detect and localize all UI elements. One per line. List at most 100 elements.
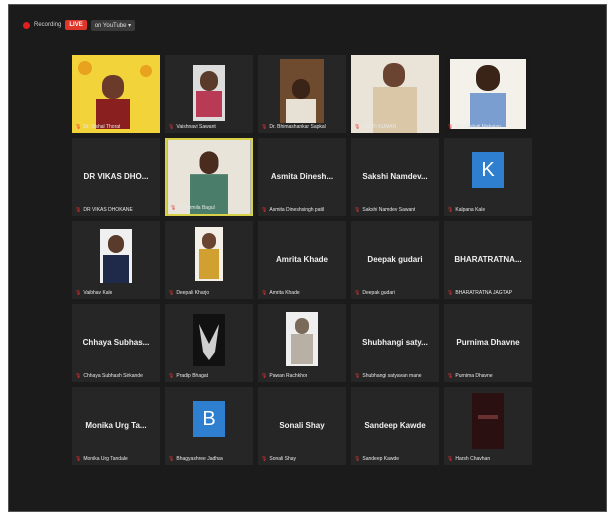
mic-muted-icon: 🎙 [75,373,82,379]
participant-name: 🎙 Amrita Khade [261,290,300,296]
participant-display-name: Monika Urg Ta... [85,421,147,430]
participant-name: 🎙 Dr. Vaishali Mahajan [447,124,501,130]
participant-display-name: Shubhangi saty... [362,338,428,347]
participant-display-name: DR VIKAS DHO... [83,172,149,181]
mic-muted-icon: 🎙 [168,373,175,379]
video-feed [165,55,253,133]
participant-display-name: Asmita Dinesh... [270,172,334,181]
participant-display-name: Sandeep Kawde [364,421,426,430]
participant-tile[interactable]: Sakshi Namdev... 🎙 Sakshi Namdev Sawant [351,138,439,216]
participant-tile[interactable]: Purnima Dhavne 🎙 Purnima Dhavne [444,304,532,382]
recording-label: Recording [34,22,62,28]
participant-name: 🎙 Monika Urg Tandale [75,456,128,462]
participant-display-name: BHARATRATNA... [454,255,522,264]
participant-tile[interactable]: 🎙 Vaishnavi Sawant [165,55,253,133]
participant-name: 🎙 Vaishnavi Sawant [168,124,216,130]
participant-tile[interactable]: Deepak gudari 🎙 Deepak gudari [351,221,439,299]
mic-muted-icon: 🎙 [75,290,82,296]
mic-muted-icon: 🎙 [261,290,268,296]
participant-name: 🎙 Kalpana Kale [447,207,486,213]
profile-photo [72,221,160,299]
video-feed [351,55,439,133]
participant-tile[interactable]: 🎙 Harsh Chavhan [444,387,532,465]
participant-name: 🎙 Deepali Kharjo [168,290,210,296]
participant-tile[interactable]: B 🎙 Bhagyashree Jadhav [165,387,253,465]
mic-muted-icon: 🎙 [354,373,361,379]
participant-name: 🎙 Asmita Dineshsingh patil [261,207,325,213]
participant-display-name: Deepak gudari [367,255,423,264]
mic-muted-icon: 🎙 [168,290,175,296]
participant-tile[interactable]: 🎙 Dr. Vaishali Mahajan [444,55,532,133]
participant-tile[interactable]: Shubhangi saty... 🎙 Shubhangi satyavan ma… [351,304,439,382]
record-icon [23,21,30,29]
top-toolbar: Recording LIVE on YouTube ▾ [23,17,136,33]
participant-tile[interactable]: 🎙 Pawan Rachkhor [258,304,346,382]
video-feed [167,140,251,214]
participant-tile[interactable]: 🎙 Deepali Kharjo [165,221,253,299]
mic-muted-icon: 🎙 [447,207,454,213]
active-speaker-tile[interactable]: 🎙 Dr. Urmila Bagul [165,138,253,216]
mic-muted-icon: 🎙 [261,373,268,379]
participant-tile[interactable]: 🎙 SAKTI KUMAR [351,55,439,133]
participant-name: 🎙 Pawan Rachkhor [261,373,308,379]
profile-photo [444,387,532,465]
livestream-dropdown[interactable]: on YouTube ▾ [90,19,136,31]
mic-muted-icon: 🎙 [168,456,175,462]
participant-tile[interactable]: 🎙 Pradip Bhagat [165,304,253,382]
participant-tile[interactable]: 🎙 Dr. Vishal Thorat [72,55,160,133]
participant-name: 🎙 Vaibhav Kale [75,290,113,296]
mic-muted-icon: 🎙 [75,207,82,213]
profile-photo [258,304,346,382]
participant-name: 🎙 Dr. Vishal Thorat [75,124,121,130]
participant-tile[interactable]: Amrita Khade 🎙 Amrita Khade [258,221,346,299]
mic-muted-icon: 🎙 [170,205,177,211]
participant-tile[interactable]: Asmita Dinesh... 🎙 Asmita Dineshsingh pat… [258,138,346,216]
participant-name: 🎙 Dr. Urmila Bagul [170,205,215,211]
participant-name: 🎙 Sakshi Namdev Sawant [354,207,416,213]
participant-display-name: Amrita Khade [275,255,328,264]
participant-tile[interactable]: 🎙 Vaibhav Kale [72,221,160,299]
participant-display-name: Sakshi Namdev... [362,172,428,181]
participant-tile[interactable]: Sandeep Kawde 🎙 Sandeep Kawde [351,387,439,465]
participant-tile[interactable]: Sonali Shay 🎙 Sonali Shay [258,387,346,465]
participant-display-name: Purnima Dhavne [456,338,520,347]
participant-tile[interactable]: K 🎙 Kalpana Kale [444,138,532,216]
participant-display-name: Sonali Shay [279,421,325,430]
mic-muted-icon: 🎙 [354,207,361,213]
participant-name: 🎙 BHARATRATNA JAGTAP [447,290,513,296]
gallery-grid: 🎙 Dr. Vishal Thorat 🎙 Vaishnavi Sawant 🎙 Dr… [72,55,548,465]
participant-tile[interactable]: BHARATRATNA... 🎙 BHARATRATNA JAGTAP [444,221,532,299]
participant-tile[interactable]: Chhaya Subhas... 🎙 Chhaya Subhash Sirkand… [72,304,160,382]
mic-muted-icon: 🎙 [261,124,268,130]
participant-tile[interactable]: 🎙 Dr. Bhimashankar Sapkal [258,55,346,133]
mic-muted-icon: 🎙 [447,290,454,296]
mic-muted-icon: 🎙 [354,456,361,462]
avatar-initial: B [193,401,225,437]
mic-muted-icon: 🎙 [261,207,268,213]
mic-muted-icon: 🎙 [447,373,454,379]
participant-tile[interactable]: DR VIKAS DHO... 🎙 DR VIKAS DHOKANE [72,138,160,216]
mic-muted-icon: 🎙 [447,456,454,462]
participant-name: 🎙 Chhaya Subhash Sirkande [75,373,143,379]
mic-muted-icon: 🎙 [75,456,82,462]
participant-name: 🎙 Purnima Dhavne [447,373,493,379]
video-feed [72,55,160,133]
mic-muted-icon: 🎙 [354,290,361,296]
participant-name: 🎙 Deepak gudari [354,290,395,296]
live-badge[interactable]: LIVE [65,20,87,30]
mic-muted-icon: 🎙 [447,124,454,130]
mic-muted-icon: 🎙 [354,124,361,130]
participant-display-name: Chhaya Subhas... [82,338,150,347]
mic-muted-icon: 🎙 [261,456,268,462]
video-feed [444,55,532,133]
participant-name: 🎙 Pradip Bhagat [168,373,209,379]
avatar-initial: K [472,152,504,188]
mic-muted-icon: 🎙 [168,124,175,130]
profile-photo [165,221,253,299]
participant-name: 🎙 Bhagyashree Jadhav [168,456,224,462]
mic-muted-icon: 🎙 [75,124,82,130]
participant-name: 🎙 Shubhangi satyavan mane [354,373,422,379]
participant-name: 🎙 Sandeep Kawde [354,456,400,462]
participant-name: 🎙 DR VIKAS DHOKANE [75,207,133,213]
participant-tile[interactable]: Monika Urg Ta... 🎙 Monika Urg Tandale [72,387,160,465]
